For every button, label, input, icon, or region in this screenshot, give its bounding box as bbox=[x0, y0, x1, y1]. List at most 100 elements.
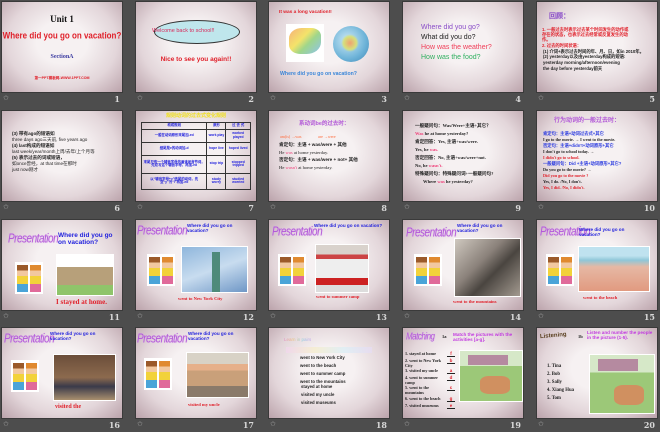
slide-thumbnail-11[interactable]: Presentation Where did you go on vacatio… bbox=[2, 220, 122, 322]
star-icon: ✩ bbox=[538, 421, 544, 428]
slide-thumbnail-10[interactable]: 行为动词的一般过去时： 肯定句：主语+动词过去式+其它 I go to the … bbox=[537, 111, 657, 213]
table-cell: studied worried bbox=[225, 172, 251, 190]
instructions: Listen and number the people in the pict… bbox=[587, 330, 653, 341]
list-item: 4. Xiang Hua bbox=[547, 388, 575, 393]
list-item: went to summer camp bbox=[300, 371, 346, 376]
listening-heading: Listening bbox=[539, 331, 567, 341]
slide-title: Unit 1 bbox=[50, 14, 74, 24]
table-cell: worked played bbox=[225, 128, 251, 143]
text-line: the day before yesterday前天 bbox=[543, 66, 603, 71]
star-icon: ✩ bbox=[538, 95, 544, 102]
table-header: 过 去 式 bbox=[225, 122, 251, 130]
text-line: (3) 带有ago的短语如 bbox=[12, 131, 55, 136]
slide-thumbnail-2[interactable]: Welcome back to school!! Nice to see you… bbox=[136, 2, 256, 104]
text-line: (4) last构成的短语如 bbox=[12, 143, 55, 148]
slide-thumbnail-12[interactable]: Presentation Where did you go on vacatio… bbox=[136, 220, 256, 322]
star-icon: ✩ bbox=[137, 421, 143, 428]
slide-thumbnail-5[interactable]: 回顾： 1. 一般过去时表示过去某个时间发生的动作或 存在的状态，也表示过去经常… bbox=[537, 2, 657, 104]
section-label: SectionA bbox=[50, 54, 74, 60]
slide-question: Where did you go on vacation? bbox=[188, 331, 234, 342]
star-icon: ✩ bbox=[3, 421, 9, 428]
star-icon: ✩ bbox=[3, 204, 9, 211]
matching-item: 6. went to the beach bbox=[405, 396, 441, 401]
slide-thumbnail-7[interactable]: 规则动词的过去式变化规则 构成规则 原形过 去 式 一般在动词原形末尾加-ed wo… bbox=[136, 111, 256, 213]
slide-number: 11 bbox=[108, 312, 120, 322]
matching-answer: e bbox=[447, 403, 455, 410]
matching-answer: b bbox=[447, 358, 455, 365]
kids-image bbox=[147, 254, 175, 286]
text-line: 特殊疑问句：特殊疑问词+一般疑问句? bbox=[415, 171, 494, 176]
table-cell: 末尾只有一个辅音字母的重读闭音节词，先双写这个辅音字母，再加-ed bbox=[140, 154, 208, 174]
slide-thumbnail-13[interactable]: Presentation Where did you go on vacatio… bbox=[269, 220, 389, 322]
slide-number: 19 bbox=[509, 420, 521, 430]
star-icon: ✩ bbox=[270, 95, 276, 102]
table-cell: 以“辅音字母+y”结尾的动词，先变“y”为“i”再加-ed bbox=[140, 172, 208, 190]
slide-question: Where did you go on vacation? bbox=[280, 71, 357, 77]
activity-list: 1. stayed at home f 2. went to New York Ci… bbox=[405, 351, 457, 416]
slide-caption: visited the bbox=[55, 404, 82, 410]
list-item: visited museums bbox=[301, 400, 336, 405]
activity-tag: 1a bbox=[442, 334, 447, 339]
slide-thumbnail-17[interactable]: Presentation Where did you go on vacatio… bbox=[136, 328, 256, 430]
question-line: How was the weather? bbox=[421, 44, 492, 51]
slide-thumbnail-16[interactable]: Presentation Where did you go on vacatio… bbox=[2, 328, 122, 430]
slide-thumbnail-19[interactable]: Matching 1a Match the pictures with the … bbox=[403, 328, 523, 430]
text-line: three days ago三天前, five years ago bbox=[12, 137, 88, 142]
table-cell: stopped tripped bbox=[225, 154, 251, 174]
uncle-photo-image bbox=[186, 352, 249, 398]
text-line: Yes, he was. bbox=[415, 147, 439, 152]
slide-thumbnail-8[interactable]: 系动词be的过去时： am(is) →was are →were 肯定句：主语 … bbox=[269, 111, 389, 213]
slide-subtitle: Where did you go on vacation? bbox=[2, 30, 122, 41]
slide-thumbnail-20[interactable]: Listening 1b Listen and number the peopl… bbox=[537, 328, 657, 430]
statue-of-liberty-image bbox=[181, 246, 248, 293]
table-header: 原形 bbox=[206, 122, 227, 130]
slide-title: Learn in pairs bbox=[284, 337, 312, 342]
list-item: stayed at home bbox=[301, 384, 333, 389]
star-icon: ✩ bbox=[270, 421, 276, 428]
example-sentence: He was at home yesterday. bbox=[279, 150, 329, 155]
slide-caption: went to the mountains bbox=[453, 299, 497, 304]
star-icon: ✩ bbox=[404, 421, 410, 428]
presentation-heading: Presentation bbox=[8, 232, 59, 247]
list-item: visited my uncle bbox=[301, 392, 335, 397]
text-line: 否定句：主语 + was/were + not+ 其他 bbox=[279, 157, 358, 162]
slide-thumbnail-4[interactable]: Where did you go? What did you do? How w… bbox=[403, 2, 523, 104]
list-item: went to the beach bbox=[300, 363, 337, 368]
star-icon: ✩ bbox=[404, 95, 410, 102]
table-cell: work play bbox=[206, 128, 227, 143]
table-cell: hope live bbox=[206, 141, 227, 156]
slide-thumbnail-14[interactable]: Presentation Where did you go on vacatio… bbox=[403, 220, 523, 322]
slide-number: 10 bbox=[643, 203, 655, 213]
text-line: 肯定句：主语 + was/were + 其他 bbox=[279, 142, 347, 147]
text-line: 一般疑问句：Was/Were+主语+其它？ bbox=[415, 123, 491, 128]
slide-caption: visited my uncle bbox=[188, 402, 220, 407]
slide-thumbnail-3[interactable]: It was a long vacation!! Where did you g… bbox=[269, 2, 389, 104]
text-line: (5) 表示过去的词或短语， bbox=[12, 155, 65, 160]
kids-image bbox=[546, 254, 574, 286]
slide-number: 20 bbox=[643, 420, 655, 430]
kids-image bbox=[278, 254, 306, 286]
slide-number: 14 bbox=[509, 312, 521, 322]
greeting-text: Nice to see you again!! bbox=[160, 56, 232, 63]
table-cell: stop trip bbox=[206, 154, 227, 174]
slide-thumbnail-1[interactable]: Unit 1 Where did you go on vacation? Sec… bbox=[2, 2, 122, 104]
slide-question: Where did you go on vacation? bbox=[58, 232, 113, 247]
slide-number: 3 bbox=[381, 94, 387, 104]
text-line: 肯定回答：Yes, 主语+was/were. bbox=[415, 139, 478, 144]
text-line: 否定回答：No, 主语+was/were+not. bbox=[415, 155, 486, 160]
slide-thumbnail-15[interactable]: Presentation Where did you go on vacatio… bbox=[537, 220, 657, 322]
slide-number: 7 bbox=[248, 203, 254, 213]
slide-thumbnail-9[interactable]: 一般疑问句：Was/Were+主语+其它？ Was he at home yes… bbox=[403, 111, 523, 213]
matching-heading: Matching bbox=[406, 330, 435, 343]
text-line: 如once曾经，at that time在那时 bbox=[12, 161, 77, 166]
slide-number: 1 bbox=[114, 94, 120, 104]
slide-thumbnail-6[interactable]: (3) 带有ago的短语如 three days ago三天前, five ye… bbox=[2, 111, 122, 213]
star-icon: ✩ bbox=[137, 204, 143, 211]
slide-thumbnail-18[interactable]: Learn in pairs went to New York City wen… bbox=[269, 328, 389, 430]
slide-title: 系动词be的过去时： bbox=[299, 121, 350, 127]
text-line: Where was he yesterday? bbox=[423, 179, 473, 184]
park-scene-image bbox=[459, 350, 523, 402]
text-line: Yes, I did. /No, I didn't. bbox=[543, 185, 585, 190]
text-line: are →were bbox=[318, 134, 336, 139]
slide-number: 16 bbox=[108, 420, 120, 430]
